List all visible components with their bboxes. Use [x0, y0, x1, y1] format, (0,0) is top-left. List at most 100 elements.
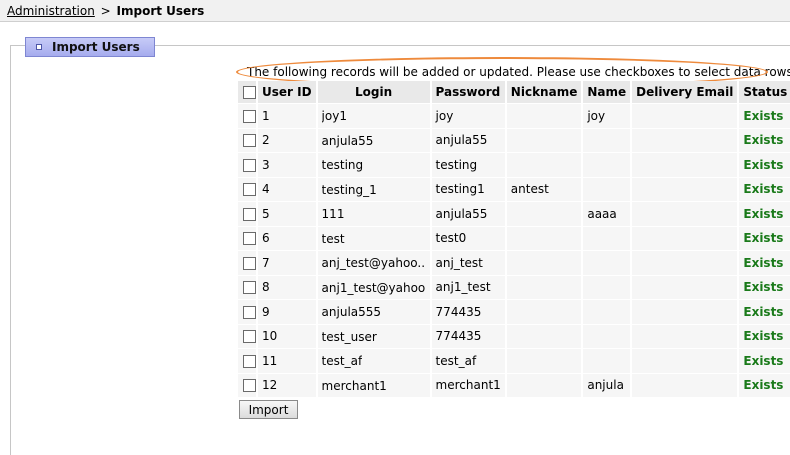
row-checkbox[interactable]: [243, 256, 256, 270]
cell-name: [583, 152, 633, 177]
cell-status: Exists: [739, 103, 790, 128]
cell-user-id: 9: [258, 299, 318, 324]
row-checkbox[interactable]: [243, 305, 256, 319]
cell-user-id-text: 4: [262, 182, 270, 197]
cell-user-id: 11: [258, 348, 318, 373]
cell-status-text: Exists: [743, 157, 784, 172]
cell-nickname: [506, 274, 584, 299]
breadcrumb-separator: >: [100, 4, 111, 18]
table-row: 7 anj_test@yahoo.... anj_test Exists: [238, 250, 790, 275]
cell-login: joy1: [317, 103, 432, 128]
row-checkbox[interactable]: [243, 379, 256, 393]
cell-status-text: Exists: [743, 353, 784, 368]
table-body: 1 joy1 joy joy Exists 2 anjula55 anjula55 Exists…: [238, 103, 790, 397]
cell-nickname: [506, 250, 584, 275]
cell-delivery-email: [632, 176, 740, 201]
cell-login-text: anjula55: [321, 133, 374, 148]
row-checkbox[interactable]: [243, 183, 256, 197]
cell-login: anjula555: [317, 299, 432, 324]
table-row: 6 test test0 Exists: [238, 225, 790, 250]
row-checkbox[interactable]: [243, 158, 256, 172]
cell-password: anj1_test: [431, 274, 507, 299]
cell-login-text: merchant1: [321, 378, 387, 393]
cell-password-text: anjula55: [435, 206, 488, 221]
select-all-cell: [238, 81, 258, 103]
cell-nickname: [506, 299, 584, 324]
cell-status: Exists: [739, 323, 790, 348]
cell-user-id: 4: [258, 176, 318, 201]
cell-login-text: test_af: [321, 354, 363, 368]
row-checkbox-cell: [238, 103, 258, 128]
cell-delivery-email: [632, 323, 740, 348]
header-delivery-email: Delivery Email: [632, 81, 740, 103]
select-all-checkbox[interactable]: [243, 86, 256, 99]
row-checkbox[interactable]: [243, 134, 256, 148]
cell-user-id-text: 9: [262, 304, 270, 319]
cell-login-text: anj1_test@yahoo....: [321, 280, 426, 295]
cell-user-id-text: 12: [262, 378, 278, 393]
row-checkbox[interactable]: [243, 330, 256, 344]
cell-user-id: 7: [258, 250, 318, 275]
table-row: 10 test_user 774435 Exists: [238, 323, 790, 348]
header-nickname: Nickname: [506, 81, 584, 103]
cell-login: 111: [317, 201, 432, 226]
cell-password-text: joy: [435, 108, 454, 123]
cell-user-id: 10: [258, 323, 318, 348]
cell-nickname: [506, 348, 584, 373]
cell-user-id-text: 5: [262, 206, 270, 221]
cell-delivery-email: [632, 372, 740, 397]
row-checkbox[interactable]: [243, 109, 256, 123]
row-checkbox[interactable]: [243, 281, 256, 295]
table-row: 9 anjula555 774435 Exists: [238, 299, 790, 324]
cell-user-id: 5: [258, 201, 318, 226]
cell-user-id: 12: [258, 372, 318, 397]
cell-user-id-text: 7: [262, 255, 270, 270]
cell-status: Exists: [739, 250, 790, 275]
row-checkbox-cell: [238, 176, 258, 201]
cell-user-id-text: 2: [262, 133, 270, 148]
cell-name: [583, 127, 633, 152]
breadcrumb-administration-link[interactable]: Administration: [7, 4, 95, 18]
cell-password: test_af: [431, 348, 507, 373]
cell-nickname: [506, 201, 584, 226]
cell-delivery-email: [632, 274, 740, 299]
cell-status-text: Exists: [743, 329, 784, 344]
row-checkbox[interactable]: [243, 207, 256, 221]
instruction-note: The following records will be added or u…: [247, 65, 790, 79]
cell-password: anj_test: [431, 250, 507, 275]
cell-password: joy: [431, 103, 507, 128]
cell-password: anjula55: [431, 201, 507, 226]
import-users-table: User ID Login Password Nickname Name Del…: [238, 81, 790, 397]
cell-nickname-text: antest: [510, 182, 549, 197]
cell-delivery-email: [632, 250, 740, 275]
cell-name: aaaa: [583, 201, 633, 226]
cell-login-text: 111: [321, 207, 345, 221]
cell-name-text: aaaa: [587, 206, 617, 221]
cell-delivery-email: [632, 225, 740, 250]
cell-user-id-text: 11: [262, 353, 278, 368]
cell-nickname: [506, 103, 584, 128]
cell-password-text: merchant1: [435, 378, 501, 393]
cell-status-text: Exists: [743, 255, 784, 270]
cell-password-text: anj1_test: [435, 280, 491, 295]
table-row: 5 111 anjula55 aaaa Exists: [238, 201, 790, 226]
cell-status-text: Exists: [743, 133, 784, 148]
cell-name: anjula: [583, 372, 633, 397]
cell-nickname: [506, 127, 584, 152]
square-bullet-icon: [36, 44, 42, 50]
cell-delivery-email: [632, 201, 740, 226]
row-checkbox[interactable]: [243, 354, 256, 368]
row-checkbox-cell: [238, 274, 258, 299]
cell-status-text: Exists: [743, 108, 784, 123]
cell-password-text: anjula55: [435, 133, 488, 148]
cell-password-text: test0: [435, 231, 467, 246]
row-checkbox[interactable]: [243, 232, 256, 246]
header-status: Status: [739, 81, 790, 103]
import-button[interactable]: Import: [239, 400, 298, 419]
cell-status: Exists: [739, 225, 790, 250]
cell-login: merchant1: [317, 372, 432, 397]
cell-status: Exists: [739, 152, 790, 177]
cell-status-text: Exists: [743, 182, 784, 197]
cell-delivery-email: [632, 103, 740, 128]
cell-password-text: anj_test: [435, 255, 483, 270]
